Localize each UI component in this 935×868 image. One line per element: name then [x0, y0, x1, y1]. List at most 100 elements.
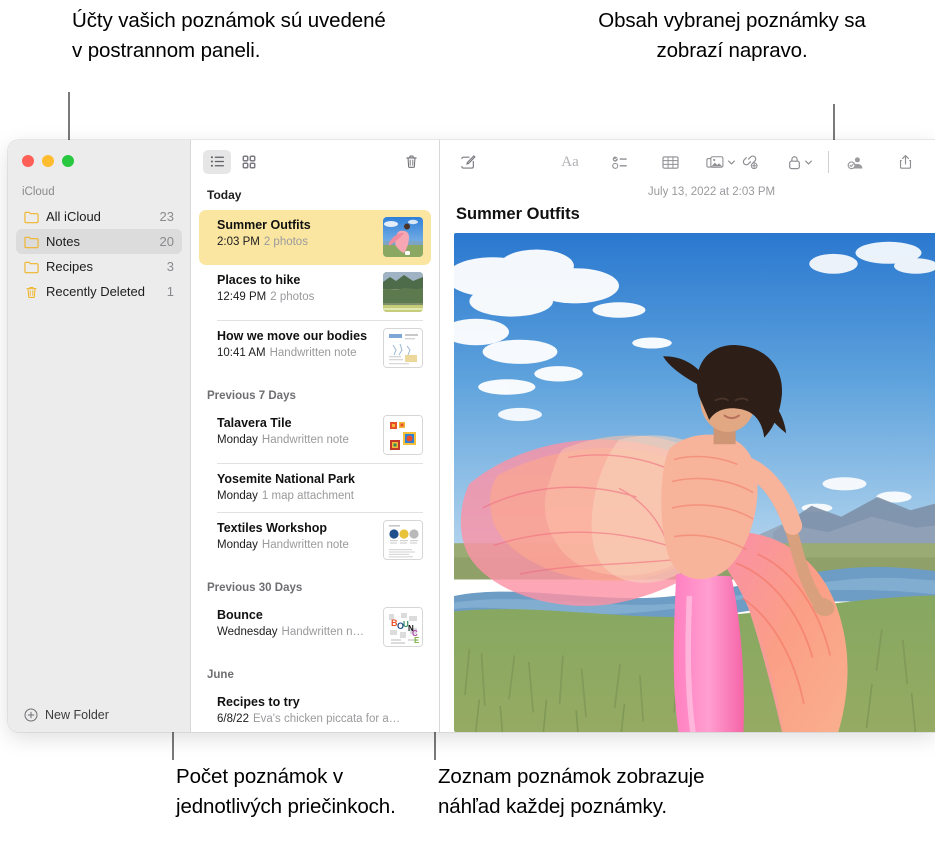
- note-item-date: 2:03 PM: [217, 235, 260, 248]
- note-item-text: Talavera Tile Monday Handwritten note: [217, 415, 375, 448]
- note-list-item[interactable]: Talavera Tile Monday Handwritten note: [199, 408, 431, 463]
- note-item-subtitle: 2 photos: [263, 235, 308, 248]
- note-item-subtitle: Eva's chicken piccata for a…: [252, 712, 401, 725]
- note-item-title: Textiles Workshop: [217, 520, 327, 535]
- note-group-label: Previous 30 Days: [207, 581, 303, 594]
- lock-icon[interactable]: [786, 149, 814, 175]
- sidebar-account-label: iCloud: [22, 186, 55, 198]
- chevron-down-icon: [728, 159, 735, 165]
- sidebar-item-count: 3: [166, 259, 174, 274]
- note-item-text: Textiles Workshop Monday Handwritten note: [217, 520, 375, 553]
- sidebar-item-notes[interactable]: Notes 20: [16, 229, 182, 254]
- new-folder-button[interactable]: New Folder: [8, 698, 190, 732]
- sidebar-folder-list: All iCloud 23 Notes 20 Recipes 3 Recentl…: [8, 204, 190, 304]
- list-view-icon[interactable]: [203, 149, 231, 174]
- photo-model-in-pink-dress-by-river: [454, 233, 935, 732]
- note-list-item[interactable]: Textiles Workshop Monday Handwritten note: [199, 513, 431, 568]
- toolbar-divider: [828, 151, 829, 173]
- note-item-title: Talavera Tile: [217, 415, 292, 430]
- note-item-thumbnail: B O U N C E: [383, 606, 423, 647]
- chevron-down-icon: [804, 159, 812, 165]
- minimize-button[interactable]: [42, 155, 54, 167]
- notes-app-window: iCloud All iCloud 23 Notes 20 Recipes 3 …: [8, 140, 935, 732]
- close-button[interactable]: [22, 155, 34, 167]
- note-item-meta: 6/8/22 Eva's chicken piccata for a…: [217, 711, 423, 727]
- note-list-item[interactable]: Summer Outfits 2:03 PM 2 photos: [199, 209, 431, 265]
- media-icon[interactable]: [706, 149, 736, 175]
- trash-icon[interactable]: [397, 150, 425, 174]
- note-item-meta: Monday Handwritten note: [217, 432, 375, 448]
- note-timestamp: July 13, 2022 at 2:03 PM: [647, 186, 776, 198]
- checklist-icon[interactable]: [606, 149, 634, 175]
- note-list-item[interactable]: Recipes to try 6/8/22 Eva's chicken picca…: [199, 687, 431, 732]
- note-title-heading: Summer Outfits: [456, 205, 580, 223]
- note-list-scroll[interactable]: Today Summer Outfits 2:03 PM 2 photos Pl…: [191, 184, 439, 732]
- text-format-icon[interactable]: Aa: [556, 149, 584, 175]
- maximize-button[interactable]: [62, 155, 74, 167]
- sidebar-item-recently-deleted[interactable]: Recently Deleted 1: [16, 279, 182, 304]
- svg-text:E: E: [414, 636, 420, 645]
- add-link-icon[interactable]: [736, 149, 764, 175]
- sidebar-item-count: 1: [166, 284, 174, 299]
- note-item-meta: Wednesday Handwritten n…: [217, 624, 375, 640]
- sidebar-item-recipes[interactable]: Recipes 3: [16, 254, 182, 279]
- plus-circle-icon: [24, 708, 38, 722]
- sidebar-item-label: Notes: [46, 234, 80, 249]
- note-item-title: Places to hike: [217, 272, 301, 287]
- note-item-date: Monday: [217, 489, 258, 502]
- note-list-item[interactable]: Yosemite National Park Monday 1 map attac…: [199, 464, 431, 512]
- sidebar-item-label: Recently Deleted: [46, 284, 145, 299]
- text-format-label: Aa: [561, 153, 579, 170]
- note-item-meta: 10:41 AM Handwritten note: [217, 345, 375, 361]
- share-icon[interactable]: [891, 149, 919, 175]
- sidebar-item-count: 23: [159, 209, 174, 224]
- note-item-text: Yosemite National Park Monday 1 map attac…: [217, 471, 423, 504]
- note-item-meta: Monday Handwritten note: [217, 537, 375, 553]
- folder-icon: [24, 235, 39, 249]
- note-item-date: Wednesday: [217, 625, 278, 638]
- table-icon[interactable]: [656, 149, 684, 175]
- collaborate-icon[interactable]: [841, 149, 869, 175]
- screenshot-root: Účty vašich poznámok sú uvedené v postra…: [0, 0, 935, 868]
- note-item-thumbnail: [383, 271, 423, 312]
- note-list-item[interactable]: Places to hike 12:49 PM 2 photos: [199, 265, 431, 320]
- note-item-date: 10:41 AM: [217, 346, 266, 359]
- note-list-item[interactable]: Bounce Wednesday Handwritten n… B O U N …: [199, 600, 431, 655]
- new-folder-label: New Folder: [45, 708, 109, 722]
- trash-icon: [24, 285, 39, 299]
- note-item-date: 12:49 PM: [217, 290, 267, 303]
- note-item-thumbnail: [383, 327, 423, 368]
- note-photo-attachment[interactable]: [454, 233, 935, 732]
- folder-icon: [24, 210, 39, 224]
- note-item-meta: 12:49 PM 2 photos: [217, 289, 375, 305]
- note-detail-pane: Aa July 13, 2022 at 2:03 PM Summer Outfi…: [440, 140, 935, 732]
- note-item-title: Recipes to try: [217, 694, 300, 709]
- callout-folder-counts: Počet poznámok v jednotlivých priečinkoc…: [176, 765, 396, 818]
- sidebar-item-count: 20: [159, 234, 174, 249]
- note-item-date: Monday: [217, 433, 258, 446]
- note-detail-toolbar: Aa: [440, 140, 935, 184]
- note-item-title: Bounce: [217, 607, 263, 622]
- note-item-title: How we move our bodies: [217, 328, 368, 343]
- note-item-subtitle: Handwritten note: [261, 433, 349, 446]
- folder-icon: [24, 260, 39, 274]
- note-list-item[interactable]: How we move our bodies 10:41 AM Handwritt…: [199, 321, 431, 376]
- note-item-text: Places to hike 12:49 PM 2 photos: [217, 272, 375, 305]
- note-item-subtitle: Handwritten note: [261, 538, 349, 551]
- note-item-date: Monday: [217, 538, 258, 551]
- sidebar-item-all-icloud[interactable]: All iCloud 23: [16, 204, 182, 229]
- note-item-thumbnail: [383, 519, 423, 560]
- note-item-text: Summer Outfits 2:03 PM 2 photos: [217, 217, 375, 250]
- note-group-label: Today: [207, 187, 242, 202]
- compose-note-icon[interactable]: [454, 149, 482, 175]
- note-item-text: Recipes to try 6/8/22 Eva's chicken picca…: [217, 694, 423, 727]
- window-controls: [8, 140, 190, 172]
- note-item-meta: 2:03 PM 2 photos: [217, 234, 375, 250]
- note-list-pane: Today Summer Outfits 2:03 PM 2 photos Pl…: [190, 140, 440, 732]
- callout-note-list-previews: Zoznam poznámok zobrazuje náhľad každej …: [438, 765, 705, 818]
- note-item-meta: Monday 1 map attachment: [217, 488, 423, 504]
- note-item-text: How we move our bodies 10:41 AM Handwritt…: [217, 328, 375, 361]
- gallery-view-icon[interactable]: [235, 150, 263, 174]
- sidebar-item-label: Recipes: [46, 259, 93, 274]
